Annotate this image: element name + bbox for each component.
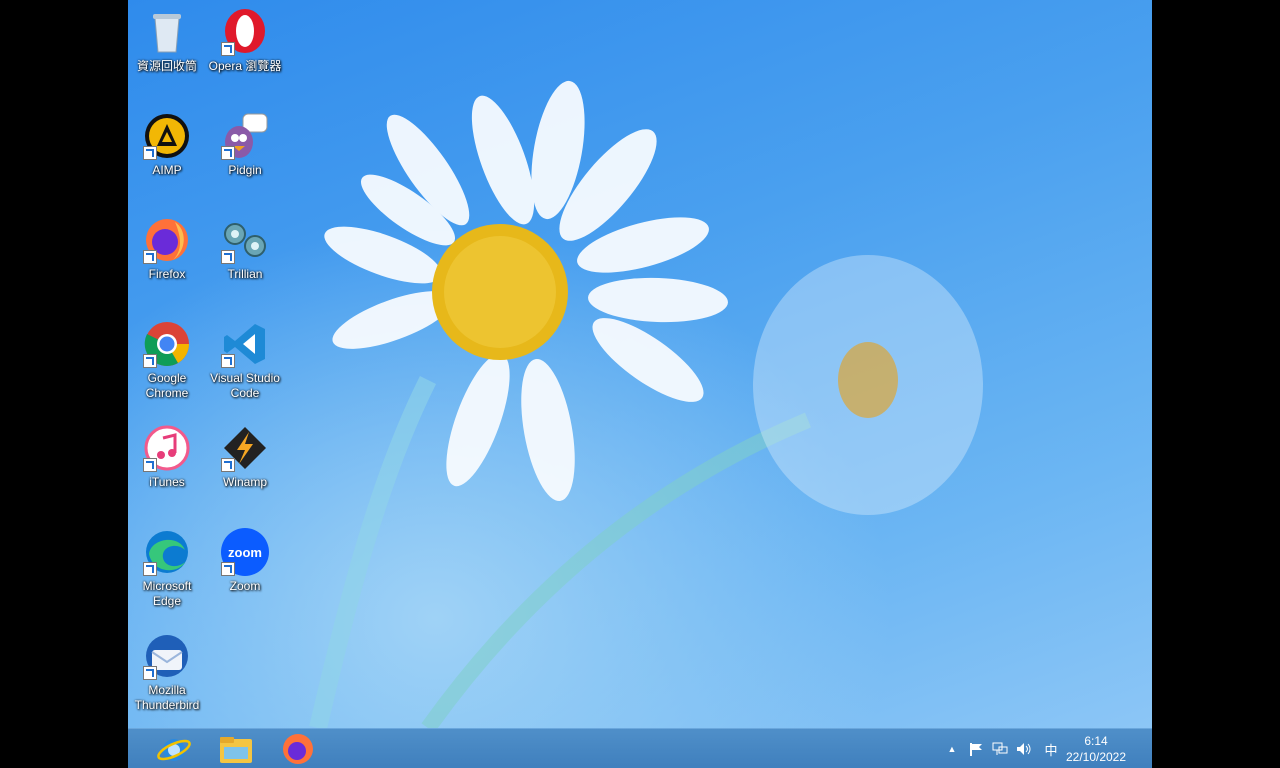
itunes-icon <box>143 424 191 472</box>
taskbar-firefox[interactable] <box>278 731 318 767</box>
desktop-icon-vscode[interactable]: Visual Studio Code <box>208 320 282 401</box>
opera-icon <box>221 8 269 56</box>
desktop-icon-aimp[interactable]: AIMP <box>130 112 204 178</box>
vscode-icon <box>221 320 269 368</box>
desktop-icon-firefox[interactable]: Firefox <box>130 216 204 282</box>
desktop-icon-label: Trillian <box>227 267 263 281</box>
shortcut-arrow-icon <box>143 458 157 472</box>
desktop-icon-label: Firefox <box>148 267 186 281</box>
shortcut-arrow-icon <box>143 354 157 368</box>
speaker-icon <box>1017 743 1031 755</box>
desktop-icon-pidgin[interactable]: Pidgin <box>208 112 282 178</box>
network-icon <box>992 742 1008 755</box>
thunderbird-icon <box>143 632 191 680</box>
zoom-logo-text: zoom <box>228 544 262 560</box>
desktop-icon-label: AIMP <box>152 163 182 177</box>
taskbar: ▲ 中 6:14 22/10/2022 <box>128 728 1152 768</box>
desktop-icon-opera[interactable]: Opera 瀏覽器 <box>208 8 282 74</box>
flag-icon <box>970 743 982 756</box>
desktop-icon-label: Zoom <box>229 579 261 593</box>
file-explorer-icon <box>220 737 252 763</box>
desktop-icon-label: Pidgin <box>228 163 262 177</box>
shortcut-arrow-icon <box>143 250 157 264</box>
edge-icon <box>143 528 191 576</box>
desktop-icon-winamp[interactable]: Winamp <box>208 424 282 490</box>
desktop-icon-zoom[interactable]: zoom Zoom <box>208 528 282 594</box>
recycle-bin-icon <box>143 8 191 56</box>
taskbar-file-explorer[interactable] <box>216 731 256 767</box>
desktop-icon-label: Mozilla Thunderbird <box>134 683 200 712</box>
shortcut-arrow-icon <box>221 250 235 264</box>
taskbar-internet-explorer[interactable] <box>154 731 194 767</box>
volume-button[interactable] <box>1014 729 1034 768</box>
desktop-icon-itunes[interactable]: iTunes <box>130 424 204 490</box>
desktop-icon-chrome[interactable]: Google Chrome <box>130 320 204 401</box>
desktop-screen: 資源回收筒 Opera 瀏覽器 AIMP Pidgin Firefox Tril… <box>128 0 1152 768</box>
firefox-icon <box>283 734 313 764</box>
trillian-icon <box>221 216 269 264</box>
desktop-icon-label: Google Chrome <box>145 371 189 400</box>
desktop-icon-thunderbird[interactable]: Mozilla Thunderbird <box>130 632 204 713</box>
desktop-icon-edge[interactable]: Microsoft Edge <box>130 528 204 609</box>
firefox-icon <box>143 216 191 264</box>
action-center-flag-button[interactable] <box>966 729 986 768</box>
pidgin-icon <box>221 112 269 160</box>
desktop-icon-recycle-bin[interactable]: 資源回收筒 <box>130 8 204 74</box>
show-hidden-icons-button[interactable]: ▲ <box>944 729 960 768</box>
chevron-up-icon: ▲ <box>947 744 957 754</box>
shortcut-arrow-icon <box>221 146 235 160</box>
shortcut-arrow-icon <box>221 42 235 56</box>
clock-time: 6:14 <box>1084 734 1108 748</box>
taskbar-clock[interactable]: 6:14 22/10/2022 <box>1056 733 1136 765</box>
chrome-icon <box>143 320 191 368</box>
desktop-icon-label: 資源回收筒 <box>136 59 197 73</box>
zoom-icon: zoom <box>221 528 269 576</box>
shortcut-arrow-icon <box>221 458 235 472</box>
desktop-icon-label: iTunes <box>149 475 185 489</box>
shortcut-arrow-icon <box>221 354 235 368</box>
desktop-icon-label: Opera 瀏覽器 <box>208 59 282 73</box>
winamp-icon <box>221 424 269 472</box>
desktop-icon-label: Winamp <box>222 475 267 489</box>
desktop-icon-label: Visual Studio Code <box>210 371 280 400</box>
desktop-icon-label: Microsoft Edge <box>142 579 192 608</box>
internet-explorer-icon <box>157 739 191 761</box>
shortcut-arrow-icon <box>221 562 235 576</box>
shortcut-arrow-icon <box>143 146 157 160</box>
desktop-icon-trillian[interactable]: Trillian <box>208 216 282 282</box>
clock-date: 22/10/2022 <box>1065 750 1127 764</box>
shortcut-arrow-icon <box>143 562 157 576</box>
network-button[interactable] <box>990 729 1010 768</box>
shortcut-arrow-icon <box>143 666 157 680</box>
aimp-icon <box>143 112 191 160</box>
